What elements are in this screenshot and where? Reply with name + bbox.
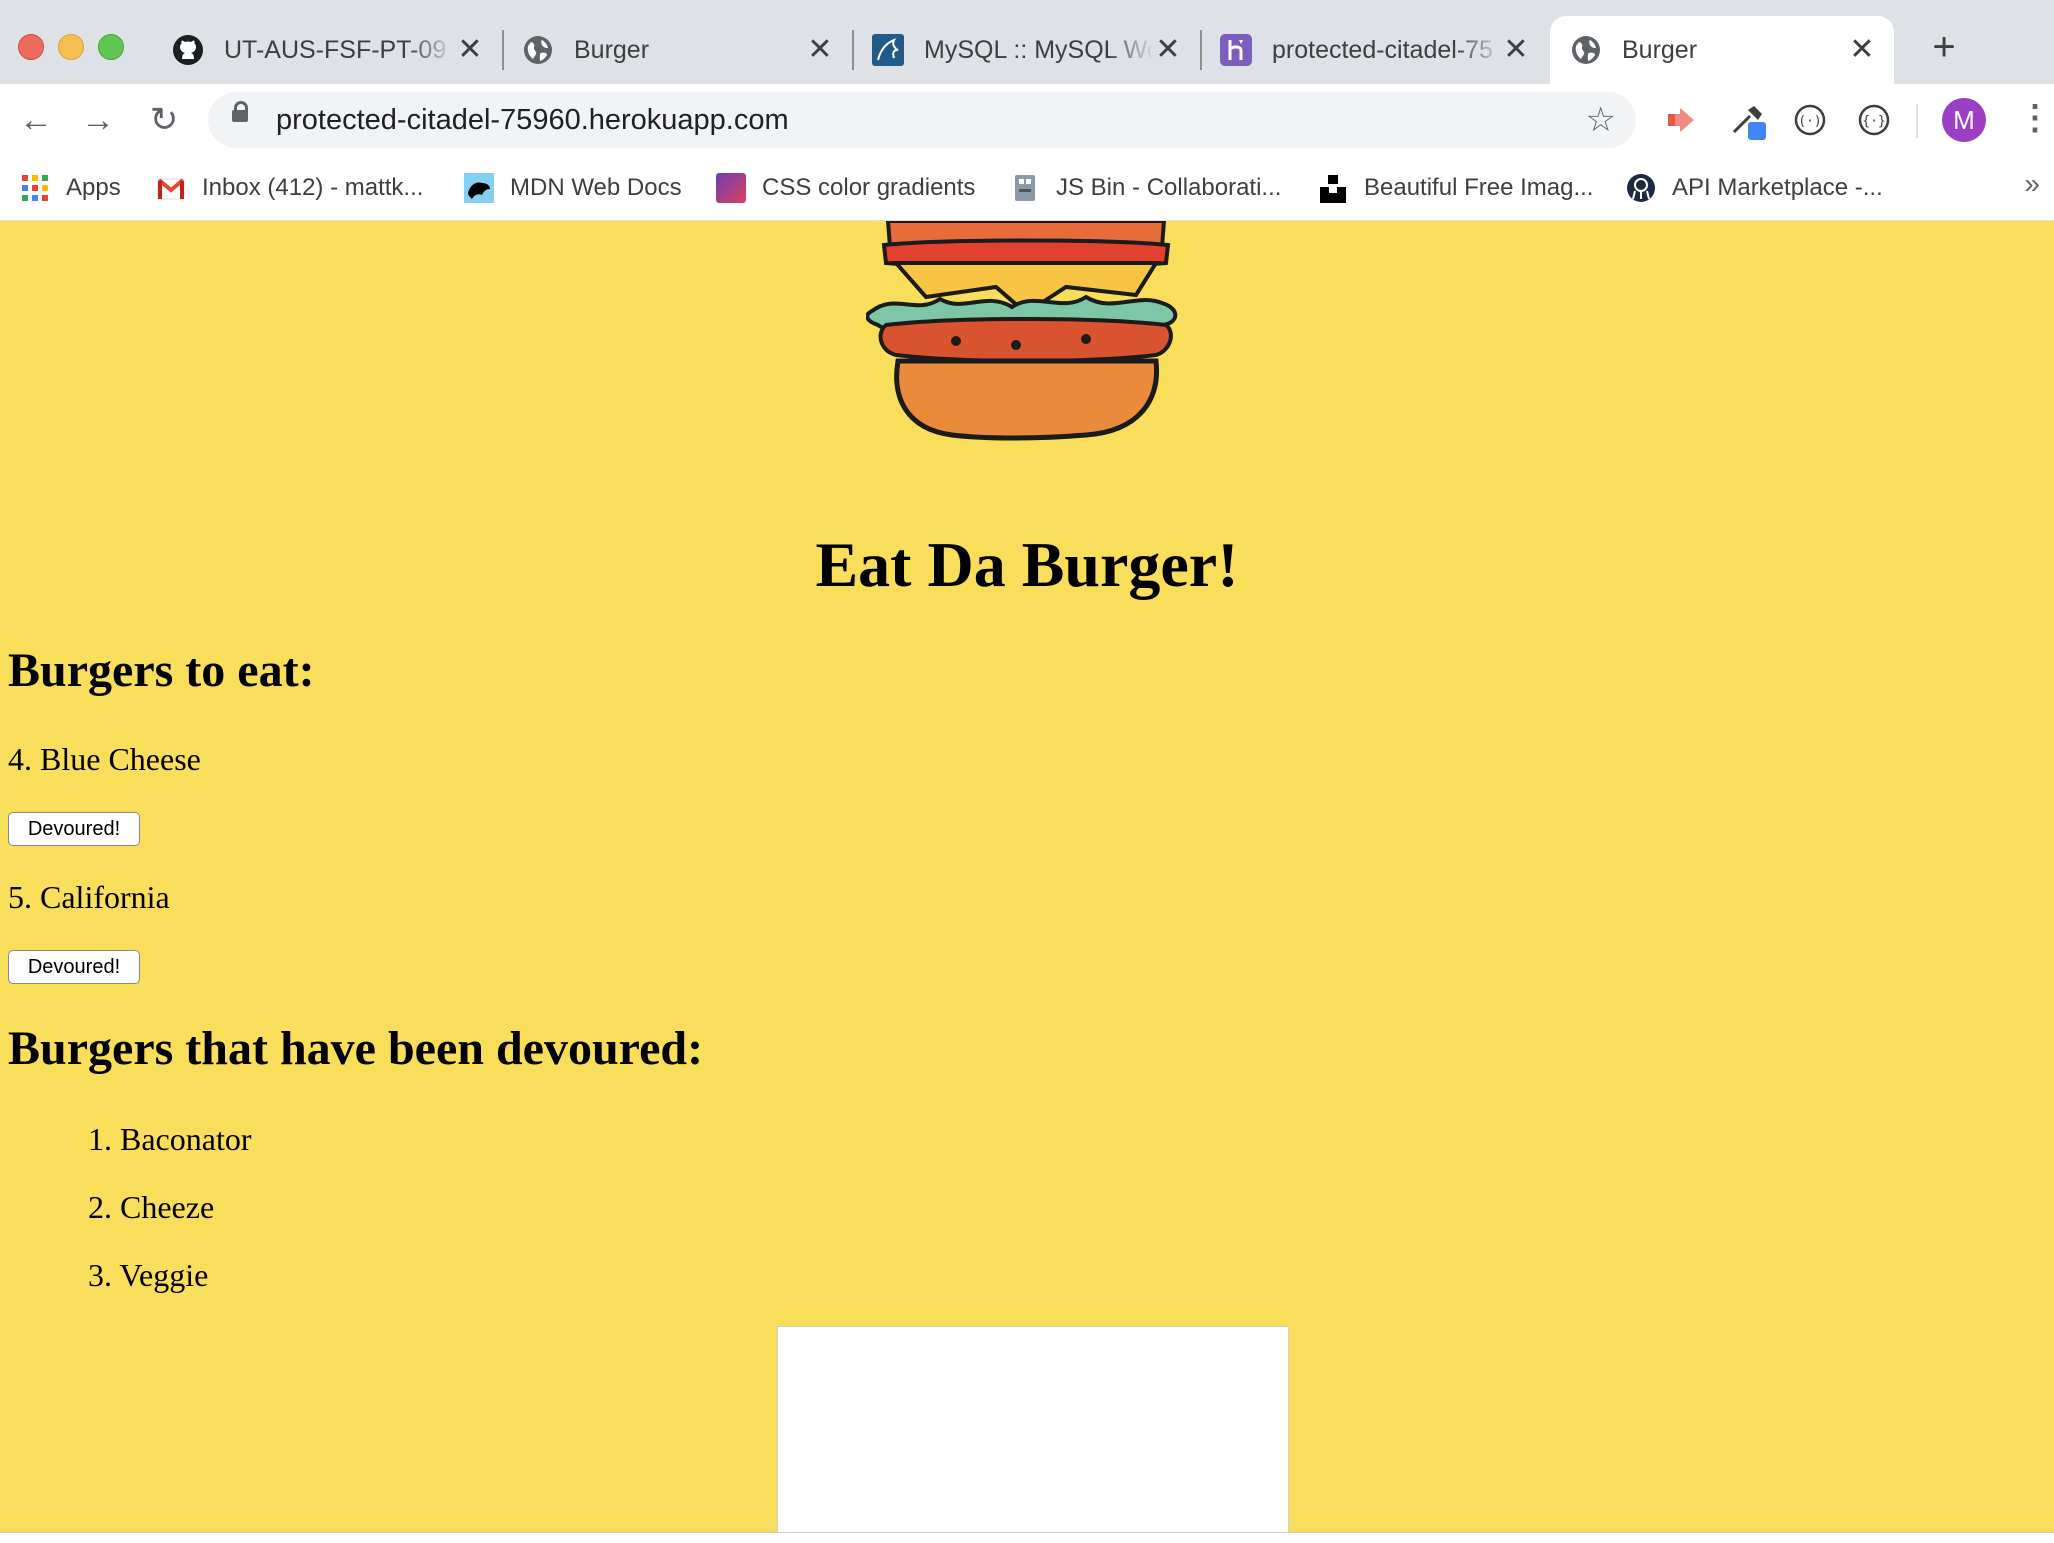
jsbin-icon (1015, 175, 1035, 201)
add-burger-form-box[interactable] (777, 1326, 1289, 1532)
forward-arrow-icon[interactable]: → (78, 100, 118, 140)
tab-mysql[interactable]: MySQL :: MySQL Wo ✕ (852, 16, 1202, 84)
url-text[interactable]: protected-citadel-75960.herokuapp.com (276, 104, 789, 136)
devoured-item: 1. Baconator (88, 1121, 252, 1157)
bookmark-label: MDN Web Docs (510, 174, 682, 201)
reload-icon[interactable]: ↻ (144, 100, 184, 140)
bookmark-label: Beautiful Free Imag... (1364, 174, 1594, 201)
gmail-icon (157, 178, 185, 200)
svg-text:(·): (·) (1798, 114, 1821, 129)
tab-close-button[interactable]: ✕ (456, 35, 484, 65)
devoured-heading: Burgers that have been devoured: (8, 1022, 704, 1075)
rapidapi-icon (1627, 174, 1655, 202)
mysql-icon (872, 34, 904, 66)
bookmarks-overflow-icon[interactable]: » (2024, 168, 2040, 200)
tab-title: MySQL :: MySQL Wo (924, 36, 1154, 64)
heroku-icon (1220, 34, 1252, 66)
bookmark-mdn[interactable]: MDN Web Docs (464, 168, 682, 208)
bookmark-star-icon[interactable]: ☆ (1586, 102, 1616, 138)
address-bar[interactable]: protected-citadel-75960.herokuapp.com ☆ (208, 92, 1636, 148)
page-title: Eat Da Burger! (815, 529, 1239, 600)
tab-close-button[interactable]: ✕ (1502, 35, 1530, 65)
to-eat-item: 4. Blue Cheese (8, 741, 201, 777)
new-tab-button[interactable]: + (1926, 27, 1962, 67)
bookmark-apps[interactable]: Apps (20, 168, 121, 208)
tab-heroku[interactable]: protected-citadel-75 ✕ (1200, 16, 1548, 84)
devoured-item: 3. Veggie (88, 1257, 209, 1293)
lock-icon (232, 101, 248, 122)
bookmark-label: API Marketplace -... (1672, 174, 1883, 201)
window-minimize-button[interactable] (58, 34, 84, 60)
unsplash-icon (1320, 175, 1346, 203)
tab-title: UT-AUS-FSF-PT-09 (224, 36, 447, 64)
to-eat-item: 5. California (8, 879, 170, 915)
window-close-button[interactable] (18, 34, 44, 60)
tab-title: Burger (574, 36, 650, 64)
tab-github[interactable]: UT-AUS-FSF-PT-09 ✕ (152, 16, 504, 84)
profile-avatar[interactable]: M (1942, 98, 1986, 142)
github-icon (173, 35, 203, 65)
mdn-icon (464, 173, 494, 203)
apps-grid-icon (22, 175, 48, 201)
extension-arrow-icon[interactable] (1662, 100, 1702, 140)
bookmark-gmail[interactable]: Inbox (412) - mattk... (156, 168, 423, 208)
json-viewer-icon[interactable]: (·) (1790, 100, 1830, 140)
bookmark-label: Apps (66, 174, 121, 201)
gradient-icon (716, 173, 746, 203)
tab-strip: UT-AUS-FSF-PT-09 ✕ Burger ✕ MySQL :: MyS… (0, 0, 2054, 84)
browser-toolbar: ← → ↻ protected-citadel-75960.herokuapp.… (0, 84, 2054, 156)
burger-illustration (866, 221, 1178, 441)
bookmark-label: JS Bin - Collaborati... (1056, 174, 1282, 201)
devoured-button[interactable]: Devoured! (8, 812, 140, 846)
toolbar-separator (1916, 104, 1918, 138)
devoured-button[interactable]: Devoured! (8, 950, 140, 984)
window-bottom-edge (0, 1532, 2054, 1543)
bookmark-rapidapi[interactable]: API Marketplace -... (1626, 168, 1883, 208)
json-formatter-icon[interactable]: {·} (1854, 100, 1894, 140)
to-eat-heading: Burgers to eat: (8, 644, 315, 697)
page-viewport: Eat Da Burger! Burgers to eat: 4. Blue C… (0, 221, 2054, 1532)
back-arrow-icon[interactable]: ← (16, 100, 56, 140)
bookmark-css-gradients[interactable]: CSS color gradients (716, 168, 975, 208)
svg-text:{·}: {·} (1862, 114, 1885, 129)
globe-icon (524, 36, 552, 64)
globe-icon (1572, 36, 1600, 64)
tab-close-button[interactable]: ✕ (1154, 35, 1182, 65)
tab-burger-1[interactable]: Burger ✕ (502, 16, 854, 84)
bookmark-unsplash[interactable]: Beautiful Free Imag... (1318, 168, 1593, 208)
bookmark-label: CSS color gradients (762, 174, 976, 201)
bookmark-jsbin[interactable]: JS Bin - Collaborati... (1010, 168, 1281, 208)
bookmarks-bar: Apps Inbox (412) - mattk... MDN Web Docs… (0, 156, 2054, 221)
window-zoom-button[interactable] (98, 34, 124, 60)
bookmark-label: Inbox (412) - mattk... (202, 174, 424, 201)
tab-burger-active[interactable]: Burger ✕ (1550, 16, 1894, 84)
tab-close-button[interactable]: ✕ (1848, 35, 1876, 65)
eyedropper-icon[interactable] (1728, 100, 1768, 140)
tab-title: protected-citadel-75 (1272, 36, 1493, 64)
devoured-item: 2. Cheeze (88, 1189, 215, 1225)
tab-title: Burger (1622, 36, 1698, 64)
menu-kebab-icon[interactable]: ⋮ (2018, 100, 2052, 140)
tab-close-button[interactable]: ✕ (806, 35, 834, 65)
